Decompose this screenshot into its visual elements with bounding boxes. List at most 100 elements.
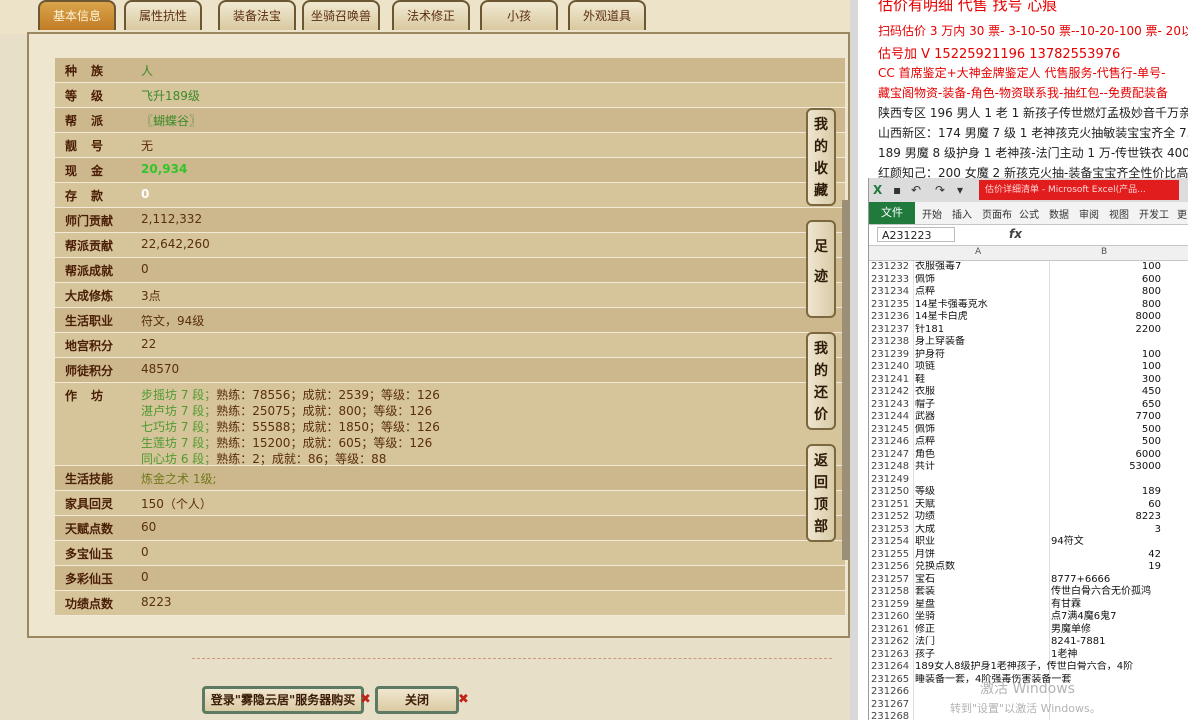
sheet-row[interactable]: 231251 天赋 60 xyxy=(869,499,1188,512)
row-number[interactable]: 231235 xyxy=(871,299,911,312)
cell-a[interactable]: 佩饰 xyxy=(915,274,1051,287)
row-number[interactable]: 231245 xyxy=(871,424,911,437)
ribbon-tab-file[interactable]: 文件 xyxy=(869,202,915,224)
ribbon-tab-formulas[interactable]: 公式 xyxy=(1019,206,1039,221)
tab-equipment[interactable]: 装备法宝 xyxy=(218,0,296,30)
cell-a[interactable]: 项链 xyxy=(915,361,1051,374)
cell-a[interactable]: 佩饰 xyxy=(915,424,1051,437)
sheet-row[interactable]: 231237 针181 2200 xyxy=(869,324,1188,337)
undo-icon[interactable]: ↶ xyxy=(911,183,921,197)
sheet-row[interactable]: 231250 等级 189 xyxy=(869,486,1188,499)
redo-icon[interactable]: ↷ xyxy=(935,183,945,197)
cell-b[interactable]: 2200 xyxy=(1051,324,1161,337)
cell-b[interactable]: 8777+6666 xyxy=(1051,574,1161,587)
tab-attributes[interactable]: 属性抗性 xyxy=(124,0,202,30)
tab-child[interactable]: 小孩 xyxy=(480,0,558,30)
sheet-row[interactable]: 231243 帽子 650 xyxy=(869,399,1188,412)
cell-b[interactable]: 8241-7881 xyxy=(1051,636,1161,649)
cell-a[interactable]: 孩子 xyxy=(915,649,1051,662)
row-number[interactable]: 231265 xyxy=(871,674,911,687)
cell-b[interactable]: 1老神 xyxy=(1051,649,1161,662)
cell-b[interactable]: 800 xyxy=(1051,286,1161,299)
cell-a[interactable]: 套装 xyxy=(915,586,1051,599)
cell-b[interactable]: 点7满4魔6鬼7 xyxy=(1051,611,1161,624)
ribbon-tab-more[interactable]: 更 xyxy=(1177,206,1187,221)
my-counteroffers-button[interactable]: 我的还价 xyxy=(806,332,836,430)
login-server-buy-button[interactable]: 登录"雾隐云居"服务器购买 xyxy=(202,686,364,714)
row-number[interactable]: 231267 xyxy=(871,699,911,712)
sheet-row[interactable]: 231245 佩饰 500 xyxy=(869,424,1188,437)
ribbon-tab-review[interactable]: 审阅 xyxy=(1079,206,1099,221)
cell-b[interactable]: 3 xyxy=(1051,524,1161,537)
cell-b[interactable]: 有甘霖 xyxy=(1051,599,1161,612)
cell-a[interactable]: 坐骑 xyxy=(915,611,1051,624)
tab-mounts-pets[interactable]: 坐骑召唤兽 xyxy=(302,0,380,30)
cell-b[interactable]: 600 xyxy=(1051,274,1161,287)
row-number[interactable]: 231259 xyxy=(871,599,911,612)
row-number[interactable]: 231234 xyxy=(871,286,911,299)
cell-b[interactable]: 94符文 xyxy=(1051,536,1161,549)
cell-b[interactable]: 19 xyxy=(1051,561,1161,574)
sheet-row[interactable]: 231263 孩子 1老神 xyxy=(869,649,1188,662)
cell-a[interactable]: 共计 xyxy=(915,461,1051,474)
row-number[interactable]: 231263 xyxy=(871,649,911,662)
column-header-a[interactable]: A xyxy=(975,247,981,257)
row-number[interactable]: 231256 xyxy=(871,561,911,574)
sheet-row[interactable]: 231235 14星卡强毒克水 800 xyxy=(869,299,1188,312)
row-number[interactable]: 231247 xyxy=(871,449,911,462)
close-x-icon[interactable]: ✖ xyxy=(360,692,371,707)
row-number[interactable]: 231260 xyxy=(871,611,911,624)
row-number[interactable]: 231262 xyxy=(871,636,911,649)
row-number[interactable]: 231243 xyxy=(871,399,911,412)
cell-b[interactable]: 8223 xyxy=(1051,511,1161,524)
cell-a[interactable]: 星盘 xyxy=(915,599,1051,612)
row-number[interactable]: 231240 xyxy=(871,361,911,374)
vertical-scrollbar[interactable] xyxy=(842,200,850,560)
sheet-row[interactable]: 231256 兑换点数 19 xyxy=(869,561,1188,574)
row-number[interactable]: 231249 xyxy=(871,474,911,487)
sheet-row[interactable]: 231264 189女人8级护身1老神孩子，传世白骨六合，4阶 xyxy=(869,661,1188,674)
cell-a[interactable]: 身上穿装备 xyxy=(915,336,1051,349)
row-number[interactable]: 231266 xyxy=(871,686,911,699)
row-number[interactable]: 231236 xyxy=(871,311,911,324)
sheet-row[interactable]: 231258 套装 传世白骨六合无价孤鸿 xyxy=(869,586,1188,599)
cell-b[interactable]: 800 xyxy=(1051,299,1161,312)
sheet-row[interactable]: 231239 护身符 100 xyxy=(869,349,1188,362)
column-header-b[interactable]: B xyxy=(1101,247,1107,257)
cell-b[interactable]: 6000 xyxy=(1051,449,1161,462)
cell-a[interactable]: 等级 xyxy=(915,486,1051,499)
cell-b[interactable]: 300 xyxy=(1051,374,1161,387)
cell-b[interactable]: 450 xyxy=(1051,386,1161,399)
close-button[interactable]: 关闭 xyxy=(375,686,459,714)
cell-b[interactable]: 650 xyxy=(1051,399,1161,412)
name-box[interactable]: A231223 xyxy=(877,227,955,242)
row-number[interactable]: 231254 xyxy=(871,536,911,549)
footprints-button[interactable]: 足迹 xyxy=(806,220,836,318)
fx-icon[interactable]: fx xyxy=(1009,227,1022,241)
row-number[interactable]: 231261 xyxy=(871,624,911,637)
sheet-row[interactable]: 231247 角色 6000 xyxy=(869,449,1188,462)
ribbon-tab-home[interactable]: 开始 xyxy=(922,206,942,221)
cell-b[interactable]: 传世白骨六合无价孤鸿 xyxy=(1051,586,1161,599)
cell-b[interactable]: 7700 xyxy=(1051,411,1161,424)
cell-b[interactable]: 500 xyxy=(1051,424,1161,437)
cell-b[interactable]: 100 xyxy=(1051,261,1161,274)
cell-a[interactable]: 针181 xyxy=(915,324,1051,337)
cell-a[interactable]: 189女人8级护身1老神孩子，传世白骨六合，4阶 xyxy=(915,661,1185,674)
cell-b[interactable]: 男魔单修 xyxy=(1051,624,1161,637)
cell-b[interactable]: 60 xyxy=(1051,499,1161,512)
sheet-grid[interactable]: 231232 衣服强毒7 100 231233 佩饰 600 231234 点粹 800 2312… xyxy=(869,261,1188,720)
cell-a[interactable]: 14星卡白虎 xyxy=(915,311,1051,324)
cell-b[interactable]: 42 xyxy=(1051,549,1161,562)
cell-a[interactable]: 天赋 xyxy=(915,499,1051,512)
sheet-row[interactable]: 231262 法门 8241-7881 xyxy=(869,636,1188,649)
row-number[interactable]: 231248 xyxy=(871,461,911,474)
ribbon-tab-page-layout[interactable]: 页面布 xyxy=(982,206,1012,221)
sheet-row[interactable]: 231254 职业 94符文 xyxy=(869,536,1188,549)
cell-a[interactable]: 护身符 xyxy=(915,349,1051,362)
cell-a[interactable]: 点粹 xyxy=(915,436,1051,449)
sheet-row[interactable]: 231255 月饼 42 xyxy=(869,549,1188,562)
sheet-row[interactable]: 231232 衣服强毒7 100 xyxy=(869,261,1188,274)
row-number[interactable]: 231239 xyxy=(871,349,911,362)
cell-a[interactable]: 衣服 xyxy=(915,386,1051,399)
